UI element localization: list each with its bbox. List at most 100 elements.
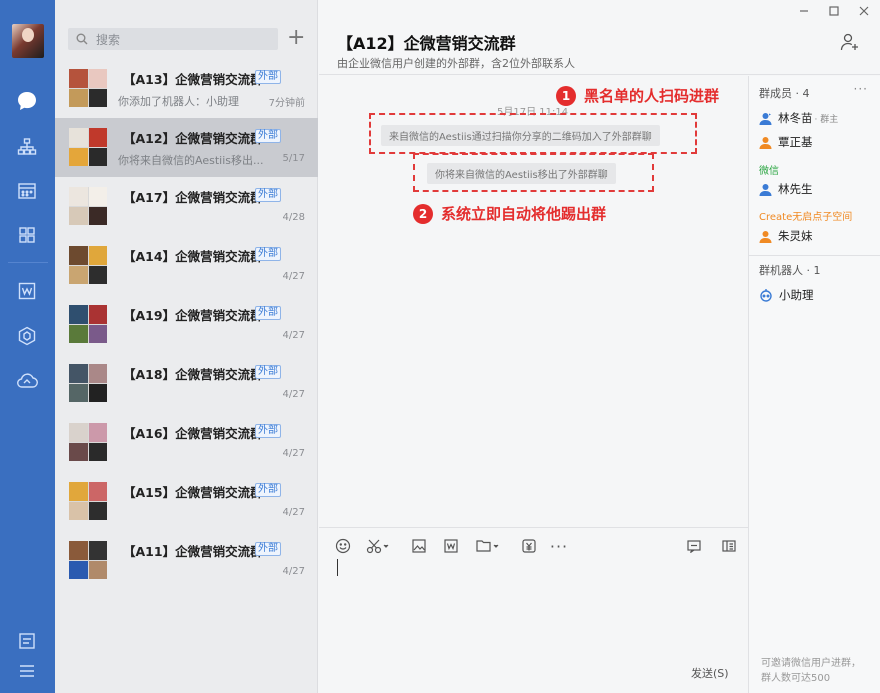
conversation-item[interactable]: 【A17】企微营销交流群 外部 4/28 [55,177,318,236]
robot-item[interactable]: 小助理 [759,287,814,303]
system-message: 来自微信的Aestiis通过扫描你分享的二维码加入了外部群聊 [381,125,660,146]
sidebar-toggle-icon[interactable] [720,537,738,555]
doc-icon[interactable] [442,537,460,555]
invite-hint: 可邀请微信用户进群， 群人数可达500 [761,656,861,686]
conversation-item[interactable]: 【A19】企微营销交流群 外部 4/27 [55,295,318,354]
conversation-item[interactable]: 【A14】企微营销交流群 外部 4/27 [55,236,318,295]
search-input[interactable]: 搜索 [68,28,278,50]
add-member-icon[interactable] [840,32,860,55]
external-tag: 外部 [255,365,281,379]
group-avatar [69,423,107,461]
annotation-text: 黑名单的人扫码进群 [584,87,720,105]
group-avatar [69,364,107,402]
owner-badge: · 群主 [814,114,839,125]
conversation-item[interactable]: 【A16】企微营销交流群 外部 4/27 [55,413,318,472]
divider [749,255,880,256]
conversation-time: 4/27 [282,448,305,459]
conversation-item[interactable]: 【A15】企微营销交流群 外部 4/27 [55,472,318,531]
group-avatar [69,246,107,284]
conversation-item[interactable]: 【A11】企微营销交流群 外部 4/27 [55,531,318,590]
annotation-1: 1 黑名单的人扫码进群 [556,85,719,106]
message-input[interactable] [337,559,338,576]
workbench-icon[interactable] [15,324,39,348]
close-icon[interactable] [857,4,871,18]
conversation-name: 【A11】企微营销交流群 [123,544,263,559]
member-item[interactable]: 覃正基 [759,134,813,150]
group-avatar [69,541,107,579]
user-icon [759,136,772,149]
invite-hint-line: 可邀请微信用户进群， [761,658,861,669]
red-packet-icon[interactable] [520,537,538,555]
external-tag: 外部 [255,70,281,84]
conversation-name: 【A19】企微营销交流群 [123,308,263,323]
calendar-icon[interactable] [15,179,39,203]
conversation-item[interactable]: 【A18】企微营销交流群 外部 4/27 [55,354,318,413]
conversation-time: 4/27 [282,566,305,577]
user-icon [759,230,772,243]
conversation-name: 【A13】企微营销交流群 [123,72,263,87]
apps-icon[interactable] [15,223,39,247]
doc-icon[interactable] [15,279,39,303]
search-icon [76,33,88,48]
menu-icon[interactable] [15,659,39,683]
org-icon[interactable] [15,135,39,159]
more-icon[interactable]: ··· [550,537,568,556]
conversation-time: 4/28 [282,212,305,223]
external-tag: 外部 [255,483,281,497]
conversation-time: 4/27 [282,271,305,282]
conversation-time: 5/17 [282,153,305,164]
screenshot-icon[interactable] [365,537,391,555]
member-name: 朱灵妹 [778,229,813,243]
note-icon[interactable] [15,629,39,653]
member-name: 覃正基 [778,135,813,149]
member-item[interactable]: 林先生 [759,181,813,197]
external-tag: 外部 [255,542,281,556]
group-avatar [69,187,107,225]
robot-icon [759,288,773,302]
group-label-wechat: 微信 [759,166,779,177]
conversation-item-active[interactable]: 【A12】企微营销交流群 外部 你将来自微信的Aestiis移出... 5/17 [55,118,318,177]
nav-rail [0,0,55,693]
more-icon[interactable]: ··· [854,82,868,96]
cloud-icon[interactable] [15,369,39,393]
send-button[interactable]: 发送(S) [691,665,729,681]
user-icon [759,112,772,125]
maximize-icon[interactable] [827,4,841,18]
conversation-time: 4/27 [282,507,305,518]
rail-divider [8,262,48,263]
conversation-time: 4/27 [282,330,305,341]
folder-icon[interactable] [474,537,502,555]
robots-title: 群机器人 · 1 [759,264,821,277]
input-toolbar: ··· [319,527,748,561]
conversation-name: 【A15】企微营销交流群 [123,485,263,500]
conversation-time: 4/27 [282,389,305,400]
chat-header: 【A12】企微营销交流群 由企业微信用户创建的外部群，含2位外部联系人 [319,0,880,75]
chat-record-icon[interactable] [685,537,703,555]
avatar[interactable] [12,24,44,58]
members-title: 群成员 · 4 [759,87,810,100]
emoji-icon[interactable] [334,537,352,555]
chat-icon[interactable] [15,89,39,113]
image-icon[interactable] [410,537,428,555]
minimize-icon[interactable] [797,4,811,18]
robot-name: 小助理 [779,288,814,302]
group-avatar [69,128,107,166]
group-avatar [69,69,107,107]
conversation-name: 【A12】企微营销交流群 [123,131,263,146]
member-panel: 群成员 · 4 ··· 林冬苗 · 群主 覃正基 微信 林先生 Create无启… [748,76,880,693]
chat-pane: 【A12】企微营销交流群 由企业微信用户创建的外部群，含2位外部联系人 5月17… [319,0,880,693]
member-owner[interactable]: 林冬苗 · 群主 [759,110,838,126]
add-button[interactable]: + [287,27,305,50]
member-item[interactable]: 朱灵妹 [759,228,813,244]
conversation-name: 【A16】企微营销交流群 [123,426,263,441]
conversation-time: 7分钟前 [268,98,305,109]
conversation-list: 搜索 + 【A13】企微营销交流群 外部 你添加了机器人：小助理 7分钟前 【A… [55,0,318,693]
external-tag: 外部 [255,129,281,143]
annotation-2: 2 系统立即自动将他踢出群 [413,203,606,224]
external-tag: 外部 [255,188,281,202]
conversation-item[interactable]: 【A13】企微营销交流群 外部 你添加了机器人：小助理 7分钟前 [55,59,318,118]
invite-hint-line: 群人数可达500 [761,673,831,684]
group-avatar [69,482,107,520]
search-placeholder: 搜索 [96,33,121,47]
conversation-name: 【A18】企微营销交流群 [123,367,263,382]
